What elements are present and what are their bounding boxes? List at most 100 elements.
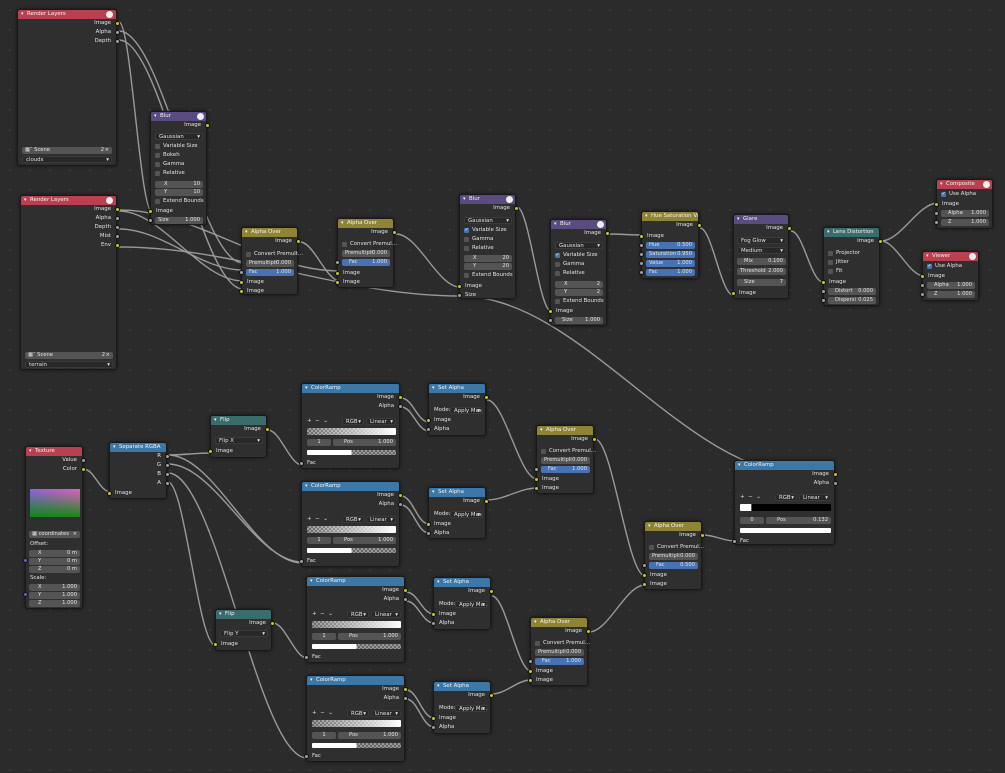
filter-type-dropdown[interactable]: Gaussian xyxy=(555,242,603,249)
node-link-wire[interactable] xyxy=(588,584,646,633)
node-header[interactable]: Alpha Over xyxy=(242,228,297,237)
convert-premultiplied-checkbox[interactable]: Convert Premult... xyxy=(246,251,303,258)
gamma-checkbox[interactable]: Gamma xyxy=(155,161,184,168)
fac-field[interactable]: Fac 1.000 xyxy=(541,466,590,473)
image-input-socket[interactable] xyxy=(731,291,736,296)
size-field[interactable]: Size 1.000 xyxy=(155,217,203,224)
node-link-wire[interactable] xyxy=(167,481,216,646)
blur-node[interactable]: Blur Image Gaussian Variable Size Bokeh … xyxy=(148,111,210,225)
filter-type-dropdown[interactable]: Gaussian xyxy=(155,133,203,140)
remove-stop-icon[interactable]: − xyxy=(315,516,320,522)
color-ramp-node[interactable]: ColorRamp Image Alpha + − ⌄ RGB Linear 1… xyxy=(299,481,403,567)
color-ramp-bar[interactable] xyxy=(740,504,831,511)
convert-premultiplied-checkbox[interactable]: Convert Premul... xyxy=(649,544,704,551)
size-input-socket[interactable] xyxy=(457,293,462,298)
alpha-input-socket[interactable] xyxy=(934,211,939,216)
interpolation-dropdown[interactable]: Linear xyxy=(371,710,401,717)
threshold-field[interactable]: Threshold 2.000 xyxy=(737,268,786,275)
color-mode-dropdown[interactable]: RGB xyxy=(342,516,364,523)
glare-node[interactable]: Glare Image Fog Glow Medium Mix0.100 Thr… xyxy=(731,214,792,299)
image-output-socket[interactable] xyxy=(489,693,494,698)
gamma-checkbox[interactable]: Gamma xyxy=(464,236,493,243)
alpha-over-node[interactable]: Alpha Over Image Convert Premul... Premu… xyxy=(335,218,397,288)
node-link-wire[interactable] xyxy=(400,406,430,432)
alpha-output-socket[interactable] xyxy=(833,481,838,486)
image-output-socket[interactable] xyxy=(265,427,270,432)
node-link-wire[interactable] xyxy=(400,504,430,534)
render-layers-node-clouds[interactable]: Render Layers Image Alpha Depth ▦˅ Scene… xyxy=(17,9,120,166)
add-stop-icon[interactable]: + xyxy=(307,418,312,424)
node-link-wire[interactable] xyxy=(167,463,303,563)
alpha-output-socket[interactable] xyxy=(398,404,403,409)
stop-index-field[interactable]: 1 xyxy=(307,439,331,446)
glare-type-dropdown[interactable]: Fog Glow xyxy=(737,237,786,244)
convert-premultiplied-checkbox[interactable]: Convert Premul... xyxy=(535,640,590,647)
fac-input-socket[interactable] xyxy=(534,467,539,472)
fac-input-socket[interactable] xyxy=(304,655,309,660)
size-x-field[interactable]: X 20 xyxy=(464,255,512,262)
stop-color-swatch[interactable] xyxy=(307,450,396,455)
color-output-socket[interactable] xyxy=(81,467,86,472)
blur-node[interactable]: Blur Image Gaussian Variable Size Gamma … xyxy=(457,194,519,299)
image-input-socket[interactable] xyxy=(431,612,436,617)
node-link-wire[interactable] xyxy=(118,228,244,271)
alpha-input-socket[interactable] xyxy=(426,427,431,432)
fit-checkbox[interactable]: Fit xyxy=(828,268,842,275)
node-link-wire[interactable] xyxy=(299,241,341,282)
use-alpha-checkbox[interactable]: Use Alpha xyxy=(941,191,976,198)
color-mode-dropdown[interactable]: RGB xyxy=(342,418,364,425)
mode-dropdown[interactable]: Apply Ma... xyxy=(455,601,488,608)
node-link-wire[interactable] xyxy=(699,227,734,296)
dispersion-input-socket[interactable] xyxy=(821,298,826,303)
scale-y-field[interactable]: Y 1.000 xyxy=(29,592,80,599)
stop-color-swatch[interactable] xyxy=(312,644,401,649)
image-output-socket[interactable] xyxy=(787,226,792,231)
node-link-wire[interactable] xyxy=(82,468,112,493)
lens-distortion-node[interactable]: Lens Distortion Image Projector Jitter F… xyxy=(821,227,883,306)
value-field[interactable]: Value 1.000 xyxy=(646,260,695,267)
fac-field[interactable]: Fac 1.000 xyxy=(535,658,584,665)
add-stop-icon[interactable]: + xyxy=(307,516,312,522)
value-output-socket[interactable] xyxy=(81,458,86,463)
node-header[interactable]: Render Layers xyxy=(18,10,116,19)
node-link-wire[interactable] xyxy=(400,495,430,525)
render-layers-node-terrain[interactable]: Render Layers Image Alpha Depth Mist Env… xyxy=(20,195,120,370)
filter-type-dropdown[interactable]: Gaussian xyxy=(464,217,512,224)
ramp-menu-icon[interactable]: ⌄ xyxy=(328,710,333,716)
color-mode-dropdown[interactable]: RGB xyxy=(347,710,369,717)
node-link-wire[interactable] xyxy=(405,698,435,728)
alpha-input-socket[interactable] xyxy=(431,621,436,626)
node-link-wire[interactable] xyxy=(267,429,303,466)
mode-dropdown[interactable]: Apply Ma... xyxy=(455,705,488,712)
image-input-socket[interactable] xyxy=(639,234,644,239)
image-input-socket[interactable] xyxy=(821,280,826,285)
node-link-wire[interactable] xyxy=(405,591,435,615)
alpha-output-socket[interactable] xyxy=(403,597,408,602)
jitter-checkbox[interactable]: Jitter xyxy=(828,259,849,266)
size-field[interactable]: Size 1.000 xyxy=(555,317,603,324)
interpolation-dropdown[interactable]: Linear xyxy=(366,516,396,523)
image-output-socket[interactable] xyxy=(586,629,591,634)
z-input-socket[interactable] xyxy=(934,220,939,225)
image-output-socket[interactable] xyxy=(115,21,120,26)
use-alpha-checkbox[interactable]: Use Alpha xyxy=(927,263,962,270)
alpha-over-node[interactable]: Alpha Over Image Convert Premul... Premu… xyxy=(534,425,597,494)
image-input-socket-1[interactable] xyxy=(528,669,533,674)
node-header[interactable]: Set Alpha xyxy=(434,682,490,691)
composite-node[interactable]: Composite Use Alpha Image Alpha1.000 Z1.… xyxy=(934,179,993,229)
image-input-socket[interactable] xyxy=(920,274,925,279)
env-output-socket[interactable] xyxy=(115,243,120,248)
z-field[interactable]: Z 1.000 xyxy=(927,291,975,298)
alpha-field[interactable]: Alpha 1.000 xyxy=(941,210,989,217)
node-link-wire[interactable] xyxy=(459,295,807,476)
node-link-wire[interactable] xyxy=(594,438,646,577)
node-header[interactable]: Alpha Over xyxy=(537,426,593,435)
image-input-socket-2[interactable] xyxy=(534,486,539,491)
stop-index-field[interactable]: 1 xyxy=(307,537,331,544)
premultiplied-field[interactable]: Premultipli 0.000 xyxy=(649,553,698,560)
premultiplied-field[interactable]: Premultipli 0.000 xyxy=(246,260,294,267)
premultiplied-field[interactable]: Premultipli 0.000 xyxy=(535,649,584,656)
color-mode-dropdown[interactable]: RGB xyxy=(347,611,369,618)
image-output-socket[interactable] xyxy=(115,207,120,212)
depth-output-socket[interactable] xyxy=(115,225,120,230)
